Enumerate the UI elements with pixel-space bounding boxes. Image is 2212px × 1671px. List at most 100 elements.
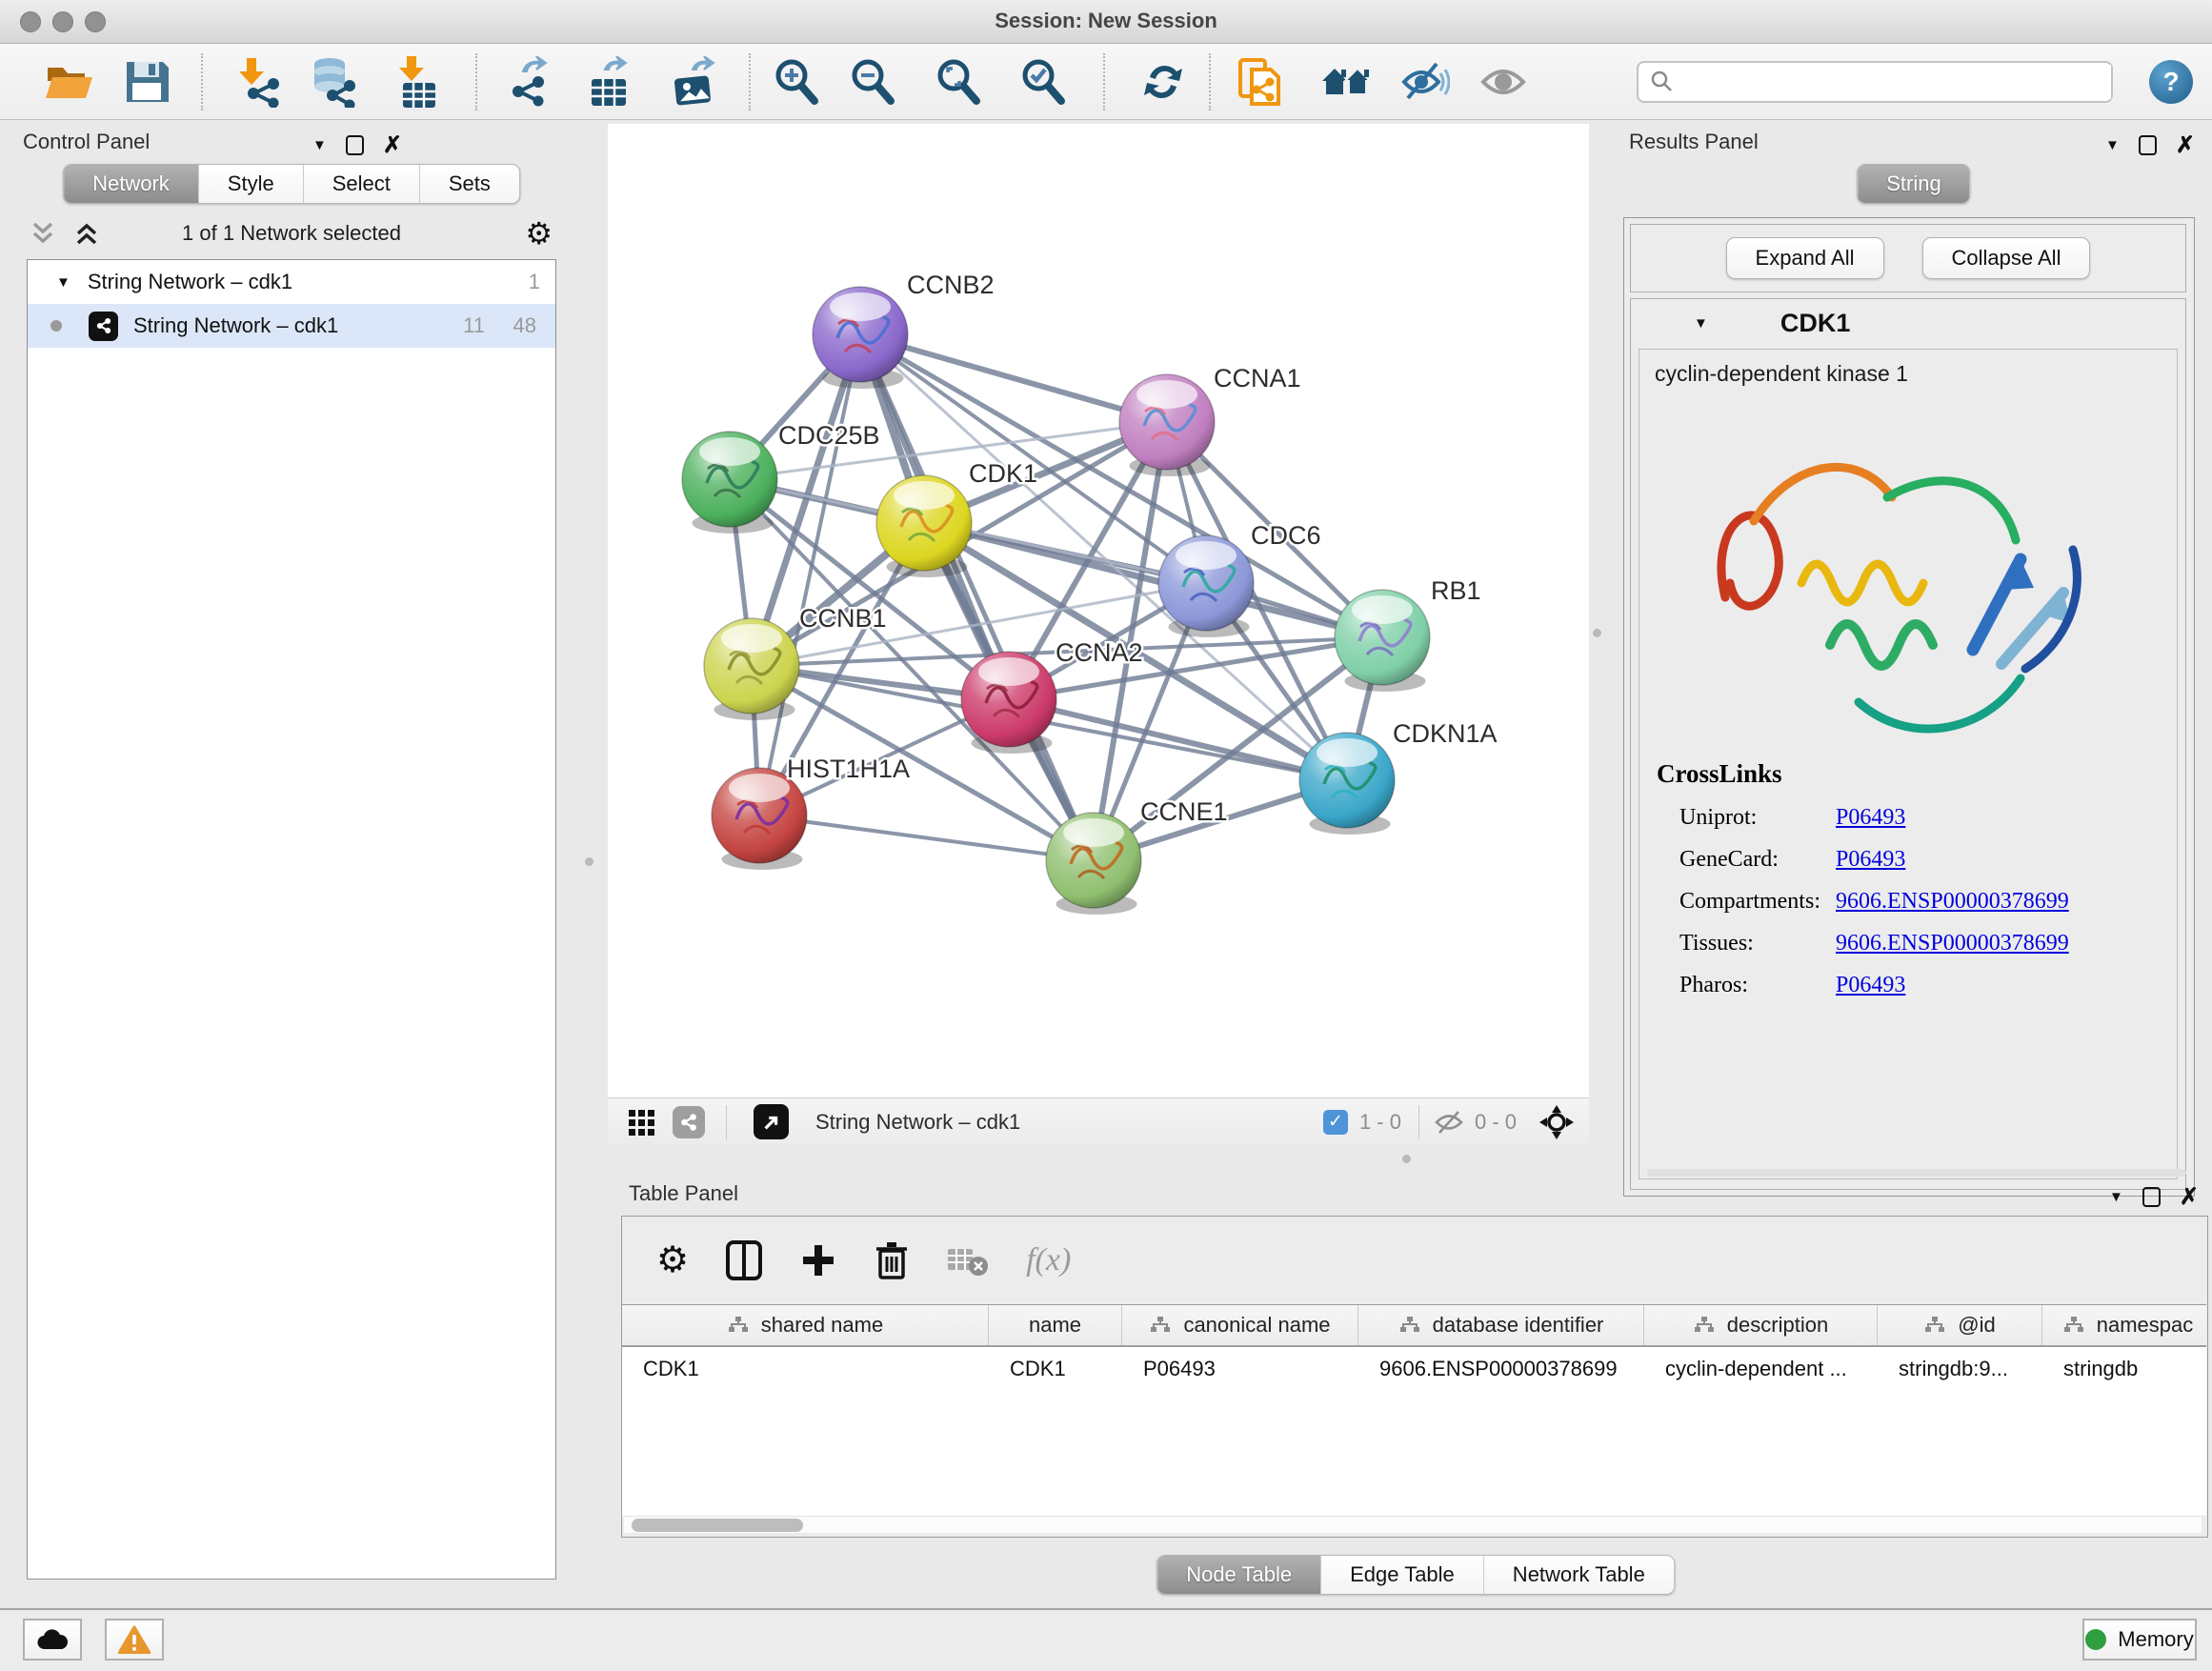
crosslink-link[interactable]: 9606.ENSP00000378699 (1836, 889, 2069, 915)
tab-style[interactable]: Style (199, 165, 304, 203)
protein-structure-image (1687, 407, 2135, 778)
table-cell[interactable]: CDK1 (622, 1347, 989, 1391)
scrollbar-thumb[interactable] (632, 1519, 803, 1532)
column-header-description[interactable]: description (1644, 1305, 1878, 1345)
delete-column-icon[interactable] (874, 1239, 910, 1281)
tab-network-table[interactable]: Network Table (1484, 1556, 1674, 1594)
hide-selected-icon[interactable] (1398, 56, 1450, 108)
network-canvas[interactable]: CCNB2CCNA1CDC25BCDK1CDC6RB1CCNB1CCNA2CDK… (608, 124, 1589, 1097)
import-table-icon[interactable] (392, 56, 443, 108)
close-panel-icon[interactable]: ✗ (383, 131, 402, 159)
gene-header[interactable]: ▼ CDK1 (1631, 299, 2185, 347)
node-CCNA1[interactable]: CCNA1 (1119, 364, 1301, 476)
control-panel: Control Panel ▼ ✗ NetworkStyleSelectSets… (13, 126, 570, 1580)
selected-checkbox-icon[interactable]: ✓ (1323, 1110, 1348, 1135)
table-row[interactable]: CDK1CDK1P064939606.ENSP00000378699cyclin… (622, 1347, 2206, 1391)
column-header-@id[interactable]: @id (1878, 1305, 2042, 1345)
column-header-database-identifier[interactable]: database identifier (1358, 1305, 1644, 1345)
close-panel-icon[interactable]: ✗ (2176, 131, 2195, 159)
export-table-icon[interactable] (582, 56, 633, 108)
collapse-panel-icon[interactable]: ▼ (312, 137, 327, 153)
import-network-icon[interactable] (233, 56, 285, 108)
table-cell[interactable]: P06493 (1122, 1347, 1358, 1391)
table-cell[interactable]: stringdb:9... (1878, 1347, 2042, 1391)
network-share-view-icon[interactable] (673, 1106, 705, 1138)
crosslink-link[interactable]: 9606.ENSP00000378699 (1836, 931, 2069, 956)
crosslink-link[interactable]: P06493 (1836, 973, 1905, 998)
zoom-fit-icon[interactable] (933, 56, 984, 108)
cloud-button[interactable] (23, 1619, 82, 1661)
node-CDKN1A[interactable]: CDKN1A (1299, 719, 1498, 835)
float-panel-icon[interactable] (346, 135, 364, 155)
table-settings-icon[interactable]: ⚙ (656, 1242, 689, 1278)
open-session-icon[interactable] (43, 56, 94, 108)
node-HIST1H1A[interactable]: HIST1H1A (712, 755, 910, 870)
float-panel-icon[interactable] (2142, 1187, 2161, 1207)
refresh-view-icon[interactable] (1137, 56, 1189, 108)
birdseye-target-icon[interactable] (1538, 1103, 1576, 1141)
zoom-selected-icon[interactable] (1017, 56, 1069, 108)
tab-string[interactable]: String (1858, 165, 1969, 203)
node-label-HIST1H1A: HIST1H1A (787, 755, 910, 783)
tab-network[interactable]: Network (64, 165, 199, 203)
left-splitter-handle[interactable] (585, 857, 593, 866)
zoom-in-icon[interactable] (771, 56, 822, 108)
export-image-icon[interactable] (668, 56, 719, 108)
crosslink-label: Tissues: (1657, 931, 1836, 956)
grid-view-icon[interactable] (627, 1108, 655, 1137)
collapse-gene-icon[interactable]: ▼ (1694, 315, 1708, 332)
column-header-canonical-name[interactable]: canonical name (1122, 1305, 1358, 1345)
table-cell[interactable]: 9606.ENSP00000378699 (1358, 1347, 1644, 1391)
tab-sets[interactable]: Sets (420, 165, 519, 203)
node-CDC6[interactable]: CDC6 (1158, 521, 1321, 637)
export-network-icon[interactable] (502, 56, 553, 108)
expand-all-button[interactable]: Expand All (1726, 237, 1884, 279)
horizontal-splitter-handle[interactable] (1402, 1155, 1411, 1163)
gear-icon[interactable]: ⚙ (525, 218, 553, 249)
collapse-panel-icon[interactable]: ▼ (2109, 1189, 2123, 1205)
string-network-graph[interactable]: CCNB2CCNA1CDC25BCDK1CDC6RB1CCNB1CCNA2CDK… (608, 124, 1589, 1097)
collapse-tree-icon[interactable]: ▼ (56, 274, 70, 291)
float-panel-icon[interactable] (2139, 135, 2157, 155)
tab-node-table[interactable]: Node Table (1157, 1556, 1321, 1594)
table-cell[interactable]: cyclin-dependent ... (1644, 1347, 1878, 1391)
memory-button[interactable]: Memory (2082, 1619, 2197, 1661)
close-panel-icon[interactable]: ✗ (2180, 1183, 2199, 1211)
node-CCNB2[interactable]: CCNB2 (813, 271, 995, 389)
collapse-panel-icon[interactable]: ▼ (2105, 137, 2120, 153)
warnings-button[interactable] (105, 1619, 164, 1661)
zoom-out-icon[interactable] (847, 56, 898, 108)
gene-symbol: CDK1 (1780, 309, 1851, 338)
table-cell[interactable]: stringdb (2042, 1347, 2206, 1391)
search-input[interactable] (1682, 65, 2111, 99)
houses-icon[interactable] (1320, 56, 1372, 108)
detach-view-icon[interactable] (754, 1104, 789, 1139)
node-CDK1[interactable]: CDK1 (876, 459, 1037, 577)
crosslink-link[interactable]: P06493 (1836, 805, 1905, 831)
right-splitter-handle[interactable] (1593, 629, 1601, 637)
show-hidden-icon[interactable] (1478, 56, 1529, 108)
add-column-icon[interactable] (799, 1241, 837, 1279)
tab-edge-table[interactable]: Edge Table (1321, 1556, 1484, 1594)
crosslink-link[interactable]: P06493 (1836, 847, 1905, 873)
duplicate-network-icon[interactable] (1235, 56, 1286, 108)
edge-CCNB2-HIST1H1A[interactable] (759, 334, 860, 815)
column-header-shared-name[interactable]: shared name (622, 1305, 989, 1345)
table-cell[interactable]: CDK1 (989, 1347, 1122, 1391)
help-button[interactable]: ? (2149, 60, 2193, 104)
network-collection-row[interactable]: ▼ String Network – cdk1 1 (28, 260, 555, 304)
show-columns-icon[interactable] (725, 1239, 763, 1281)
import-network-database-icon[interactable] (307, 56, 358, 108)
save-session-icon[interactable] (121, 56, 172, 108)
network-row-selected[interactable]: String Network – cdk1 11 48 (28, 304, 555, 348)
crosslink-row: Uniprot:P06493 (1657, 805, 2069, 831)
edge-HIST1H1A-CCNE1[interactable] (759, 815, 1094, 860)
column-header-namespac[interactable]: namespac (2042, 1305, 2206, 1345)
table-horizontal-scrollbar[interactable] (624, 1516, 2202, 1533)
tab-select[interactable]: Select (304, 165, 420, 203)
crosslink-row: GeneCard:P06493 (1657, 847, 2069, 873)
node-RB1[interactable]: RB1 (1335, 576, 1481, 692)
column-header-name[interactable]: name (989, 1305, 1122, 1345)
collapse-all-button[interactable]: Collapse All (1922, 237, 2091, 279)
results-scrollbar[interactable] (1647, 1169, 2186, 1177)
